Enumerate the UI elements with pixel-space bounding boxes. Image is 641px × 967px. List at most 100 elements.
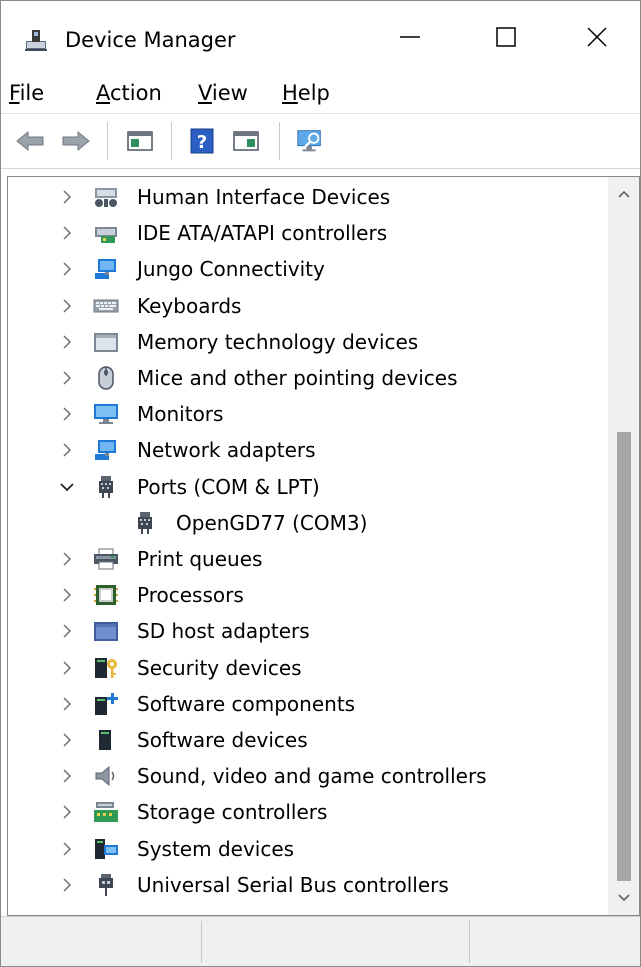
action-pane-button[interactable]	[231, 126, 261, 156]
back-arrow-icon	[16, 130, 44, 152]
maximize-button[interactable]	[460, 1, 552, 73]
tree-item-label: Memory technology devices	[137, 329, 419, 354]
tree-category-item[interactable]: Sound, video and game controllers	[8, 758, 609, 794]
tree-category-item[interactable]: Mice and other pointing devices	[8, 360, 609, 396]
tree-item-label: Processors	[137, 583, 244, 608]
menu-view-accel: V	[198, 81, 212, 105]
title-bar[interactable]: Device Manager	[1, 1, 640, 73]
monitor-icon	[94, 404, 118, 425]
port-icon	[138, 511, 152, 534]
tree-category-item[interactable]: Ports (COM & LPT)	[8, 469, 609, 505]
tree-category-item[interactable]: Jungo Connectivity	[8, 251, 609, 287]
storage-controller-icon	[94, 802, 118, 823]
close-button[interactable]	[551, 1, 640, 73]
tree-category-item[interactable]: Security devices	[8, 650, 609, 686]
minimize-button[interactable]	[364, 1, 456, 73]
keyboard-icon	[93, 299, 119, 313]
chevron-right-icon[interactable]	[58, 188, 76, 206]
show-hide-console-tree-icon	[127, 131, 153, 151]
help-icon: ?	[190, 128, 214, 154]
tree-category-item[interactable]: Universal Serial Bus controllers	[8, 867, 609, 903]
chevron-right-icon[interactable]	[58, 695, 76, 713]
tree-child-item[interactable]: OpenGD77 (COM3)	[8, 505, 609, 541]
tree-category-item[interactable]: Software devices	[8, 722, 609, 758]
security-device-icon	[95, 657, 117, 678]
hid-icon	[95, 188, 117, 207]
tree-category-item[interactable]: Keyboards	[8, 288, 609, 324]
menu-file[interactable]: File	[9, 77, 44, 109]
menu-action[interactable]: Action	[96, 77, 162, 109]
toolbar-separator	[171, 122, 172, 160]
sd-adapter-icon	[94, 622, 118, 642]
scroll-thumb[interactable]	[617, 432, 631, 881]
printer-icon	[94, 548, 118, 570]
system-device-icon	[95, 838, 118, 859]
scroll-up-button[interactable]	[608, 177, 639, 211]
scan-hardware-button[interactable]	[295, 126, 325, 156]
chevron-right-icon[interactable]	[58, 260, 76, 278]
menu-view-rest: iew	[211, 81, 248, 105]
tree-item-label: IDE ATA/ATAPI controllers	[137, 221, 388, 246]
chevron-down-icon	[617, 894, 630, 902]
device-manager-app-icon	[25, 30, 47, 51]
forward-button[interactable]	[61, 126, 91, 156]
network-computer-icon	[95, 259, 116, 280]
chevron-right-icon[interactable]	[58, 767, 76, 785]
chevron-right-icon[interactable]	[58, 441, 76, 459]
device-tree-view[interactable]: Human Interface Devices IDE ATA/ATAPI con…	[7, 176, 640, 916]
tree-category-item[interactable]: Processors	[8, 577, 609, 613]
chevron-right-icon[interactable]	[58, 840, 76, 858]
chevron-right-icon[interactable]	[58, 586, 76, 604]
vertical-scrollbar[interactable]	[608, 177, 639, 915]
minimize-icon	[400, 36, 420, 38]
chevron-right-icon[interactable]	[58, 297, 76, 315]
forward-arrow-icon	[62, 130, 90, 152]
software-component-icon	[95, 692, 118, 715]
close-icon	[587, 27, 607, 47]
tree-item-label: Network adapters	[137, 438, 316, 463]
chevron-right-icon[interactable]	[58, 224, 76, 242]
menu-file-accel: F	[9, 81, 20, 105]
tree-category-item[interactable]: SD host adapters	[8, 613, 609, 649]
chevron-right-icon[interactable]	[58, 622, 76, 640]
toolbar-separator	[107, 122, 108, 160]
chevron-right-icon[interactable]	[58, 405, 76, 423]
tree-item-label: Security devices	[137, 655, 302, 680]
processor-icon	[94, 585, 118, 606]
device-manager-window: Device Manager File Action View Help ? H…	[0, 0, 641, 967]
tree-category-item[interactable]: Print queues	[8, 541, 609, 577]
menu-bar: File Action View Help	[1, 73, 640, 114]
chevron-right-icon[interactable]	[58, 333, 76, 351]
show-hide-console-tree-button[interactable]	[125, 126, 155, 156]
status-bar	[1, 916, 640, 966]
chevron-right-icon[interactable]	[58, 803, 76, 821]
tree-category-item[interactable]: Monitors	[8, 396, 609, 432]
port-icon	[99, 475, 113, 498]
chevron-right-icon[interactable]	[58, 731, 76, 749]
speaker-icon	[95, 766, 115, 787]
scroll-down-button[interactable]	[608, 881, 639, 915]
chevron-right-icon[interactable]	[58, 659, 76, 677]
menu-action-accel: A	[96, 81, 110, 105]
tree-category-item[interactable]: Storage controllers	[8, 794, 609, 830]
back-button[interactable]	[15, 126, 45, 156]
chevron-right-icon[interactable]	[58, 550, 76, 568]
tree-category-item[interactable]: Human Interface Devices	[8, 179, 609, 215]
status-pane-1	[1, 921, 202, 963]
toolbar-separator	[279, 122, 280, 160]
menu-action-rest: ction	[110, 81, 162, 105]
chevron-right-icon[interactable]	[58, 369, 76, 387]
help-button[interactable]: ?	[187, 126, 217, 156]
menu-view[interactable]: View	[198, 77, 248, 109]
chevron-down-icon[interactable]	[58, 478, 76, 496]
tree-item-label: Jungo Connectivity	[137, 257, 325, 282]
tree-category-item[interactable]: Software components	[8, 686, 609, 722]
chevron-right-icon[interactable]	[58, 876, 76, 894]
menu-help[interactable]: Help	[282, 77, 330, 109]
tree-category-item[interactable]: System devices	[8, 831, 609, 867]
memory-device-icon	[94, 332, 118, 352]
tree-category-item[interactable]: Network adapters	[8, 432, 609, 468]
tree-category-item[interactable]: Memory technology devices	[8, 324, 609, 360]
tree-item-label: Storage controllers	[137, 800, 328, 825]
tree-category-item[interactable]: IDE ATA/ATAPI controllers	[8, 215, 609, 251]
